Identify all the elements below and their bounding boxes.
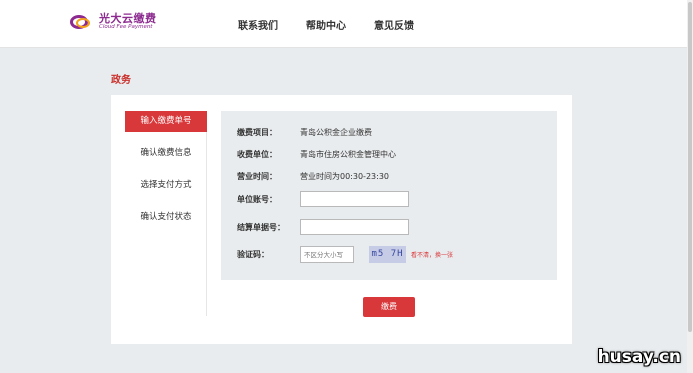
nav-contact-us[interactable]: 联系我们 xyxy=(238,17,278,32)
step-list: 输入缴费单号 确认缴费信息 选择支付方式 确认支付状态 xyxy=(125,111,207,316)
nav-help-center[interactable]: 帮助中心 xyxy=(306,17,346,32)
business-hours-value: 营业时间为00:30-23:30 xyxy=(300,172,389,181)
scrollbar-thumb[interactable] xyxy=(688,2,692,332)
top-nav: 联系我们 帮助中心 意见反馈 xyxy=(238,17,442,32)
brand-subtitle: Cloud Fee Payment xyxy=(99,24,153,31)
business-hours-label: 营业时间： xyxy=(237,172,277,181)
pay-button[interactable]: 缴费 xyxy=(363,297,415,317)
step-choose-payment-method[interactable]: 选择支付方式 xyxy=(125,175,207,196)
payment-item-label: 缴费项目： xyxy=(237,128,277,137)
logo-icon xyxy=(70,13,96,31)
account-input[interactable] xyxy=(300,191,409,207)
header-bar: 光大云缴费 Cloud Fee Payment 联系我们 帮助中心 意见反馈 xyxy=(0,0,693,48)
scrollbar[interactable] xyxy=(687,0,693,373)
row-captcha: 验证码： m5 7H 看不清，换一张 xyxy=(237,246,453,263)
row-business-hours: 营业时间： 营业时间为00:30-23:30 xyxy=(237,171,389,182)
payment-item-value: 青岛公积金企业缴费 xyxy=(300,128,372,137)
brand-name: 光大云缴费 xyxy=(99,12,157,26)
account-label: 单位账号： xyxy=(237,194,277,204)
row-account: 单位账号： xyxy=(237,191,409,207)
step-confirm-payment-info[interactable]: 确认缴费信息 xyxy=(125,143,207,164)
brand-logo[interactable]: 光大云缴费 Cloud Fee Payment xyxy=(70,13,157,31)
watermark: husay.cn xyxy=(597,347,681,367)
captcha-label: 验证码： xyxy=(237,250,269,259)
captcha-input[interactable] xyxy=(300,246,354,263)
payment-card: 输入缴费单号 确认缴费信息 选择支付方式 确认支付状态 缴费项目： 青岛公积金企… xyxy=(111,95,572,344)
captcha-refresh-link[interactable]: 看不清，换一张 xyxy=(411,250,453,259)
row-payee: 收费单位： 青岛市住房公积金管理中心 xyxy=(237,149,396,160)
page-title: 政务 xyxy=(111,75,131,86)
bill-number-label: 结算单据号： xyxy=(237,222,285,232)
row-payment-item: 缴费项目： 青岛公积金企业缴费 xyxy=(237,127,372,138)
step-enter-bill-number[interactable]: 输入缴费单号 xyxy=(125,111,207,132)
payee-value: 青岛市住房公积金管理中心 xyxy=(300,150,396,159)
nav-feedback[interactable]: 意见反馈 xyxy=(374,17,414,32)
step-confirm-payment-status[interactable]: 确认支付状态 xyxy=(125,207,207,228)
payee-label: 收费单位： xyxy=(237,150,277,159)
bill-number-input[interactable] xyxy=(300,219,409,235)
captcha-image[interactable]: m5 7H xyxy=(369,246,406,263)
row-bill-number: 结算单据号： xyxy=(237,219,409,235)
form-panel: 缴费项目： 青岛公积金企业缴费 收费单位： 青岛市住房公积金管理中心 营业时间：… xyxy=(221,111,557,280)
